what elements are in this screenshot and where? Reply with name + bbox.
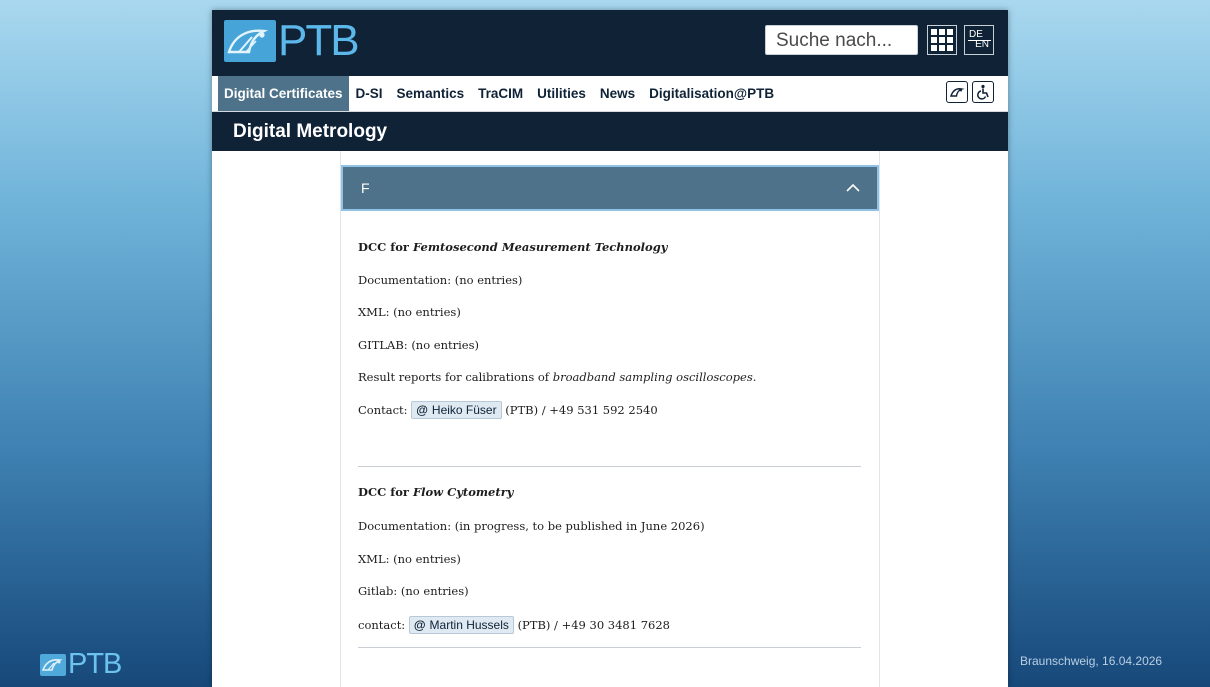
contact-name: Heiko Füser [431,403,497,417]
grid-cell-icon [947,29,953,35]
grid-cell-icon [931,45,937,51]
nav-item-digital-certificates[interactable]: Digital Certificates [218,76,349,111]
entry-description-em: broadband sampling oscilloscopes. [552,370,757,384]
contact-suffix: (PTB) / +49 531 592 2540 [505,403,658,417]
at-icon: @ [416,403,428,417]
grid-cell-icon [939,29,945,35]
main-nav: Digital Certificates D-SI Semantics TraC… [212,76,1008,112]
entry-gitlab: GITLAB: (no entries) [358,338,479,352]
grid-cell-icon [931,37,937,43]
contact-name: Martin Hussels [429,618,509,632]
contact-label: Contact: [358,403,408,417]
page-title: Digital Metrology [212,112,1008,151]
ptb-eagle-icon [40,653,66,676]
entry-contact: Contact: @ Heiko Füser (PTB) / +49 531 59… [358,401,658,419]
nav-item-utilities[interactable]: Utilities [530,76,593,111]
entry-title-prefix: DCC for [358,485,413,499]
ptb-eagle-icon [224,20,276,62]
nav-item-d-si[interactable]: D-SI [349,76,390,111]
nav-item-digitalisation[interactable]: Digitalisation@PTB [642,76,781,111]
entry-title: DCC for Flow Cytometry [358,485,513,499]
at-icon: @ [413,618,426,632]
entry-xml: XML: (no entries) [358,552,461,566]
search-input[interactable]: Suche nach... [765,25,918,55]
grid-cell-icon [939,37,945,43]
entry-documentation: Documentation: (in progress, to be publi… [358,519,705,533]
entry-documentation: Documentation: (no entries) [358,273,523,287]
grid-cell-icon [931,29,937,35]
language-switch-button[interactable]: DE EN [964,25,994,55]
slide-logo-text: PTB [68,648,122,680]
entry-description: Result reports for calibrations of broad… [358,370,756,384]
search-placeholder: Suche nach... [776,30,893,51]
contact-mail-link[interactable]: @ Martin Hussels [408,616,514,634]
ptb-logo[interactable]: PTB [224,16,360,65]
contact-mail-link[interactable]: @ Heiko Füser [411,401,502,419]
content-panel: F DCC for Femtosecond Measurement Techno… [340,151,880,687]
grid-cell-icon [947,37,953,43]
ptb-logo-text: PTB [278,16,360,65]
entry-divider [358,647,861,648]
entry-gitlab: Gitlab: (no entries) [358,584,469,598]
nav-icon-group [946,81,994,103]
entry-title-name: Femtosecond Measurement Technology [412,240,668,254]
lang-en: EN [975,39,989,50]
slide-date: Braunschweig, 16.04.2026 [1020,654,1163,668]
site-header: PTB Suche nach... DE EN [212,10,1008,76]
chevron-up-icon [845,180,861,198]
accordion-letter: F [361,180,370,196]
grid-cell-icon [947,45,953,51]
nav-item-semantics[interactable]: Semantics [390,76,472,111]
app-grid-button[interactable] [927,25,957,55]
grid-cell-icon [939,45,945,51]
entry-xml: XML: (no entries) [358,305,461,319]
nav-item-tracim[interactable]: TraCIM [471,76,530,111]
entry-title-name: Flow Cytometry [412,485,514,499]
website-window: PTB Suche nach... DE EN Digital Certific… [212,10,1008,687]
entry-title-prefix: DCC for [358,240,413,254]
contact-suffix: (PTB) / +49 30 3481 7628 [517,618,670,632]
nav-item-news[interactable]: News [593,76,642,111]
accessibility-icon[interactable] [972,81,994,103]
entry-contact: contact: @ Martin Hussels (PTB) / +49 30 … [358,616,670,634]
entry-divider [358,466,861,467]
entry-description-text: Result reports for calibrations of [358,370,553,384]
slide-ptb-logo: PTB [40,648,122,681]
accordion-header-f[interactable]: F [341,165,879,211]
entry-title: DCC for Femtosecond Measurement Technolo… [358,240,667,254]
contact-label: contact: [358,618,406,632]
ptb-eagle-icon[interactable] [946,81,968,103]
